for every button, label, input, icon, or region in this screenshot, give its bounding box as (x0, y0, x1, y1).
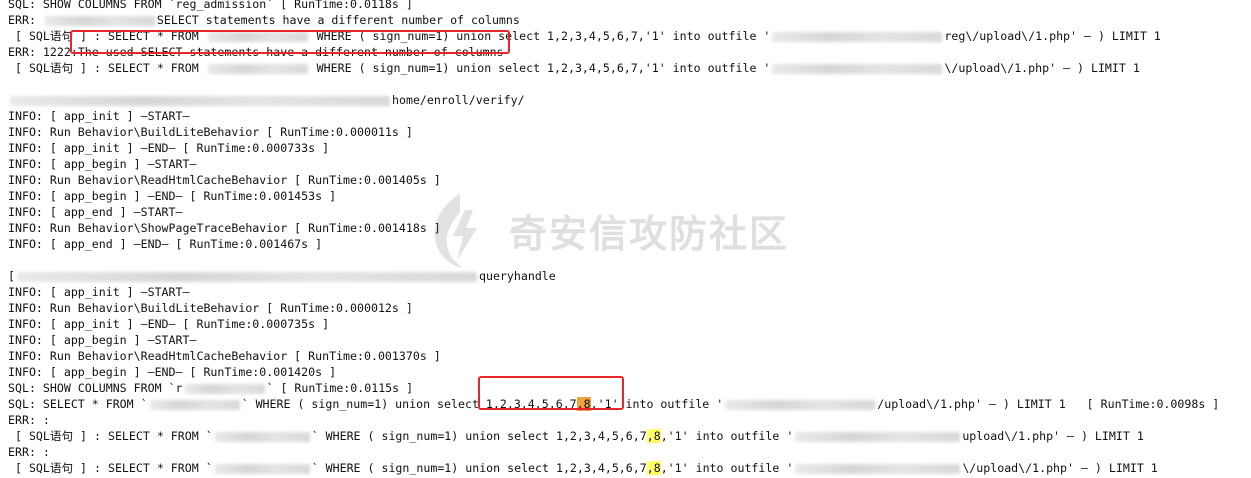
log-text: INFO: [ app_begin ] —START— (8, 333, 197, 347)
log-line: SQL: SHOW COLUMNS FROM `r ` [ RunTime:0.0… (8, 380, 1251, 396)
log-line: INFO: [ app_init ] —END— [ RunTime:0.000… (8, 140, 1251, 156)
log-text: INFO: [ app_begin ] —START— (8, 157, 197, 171)
log-text: [ SQL语句 ] : SELECT * FROM ` (8, 461, 213, 475)
redacted-segment (795, 463, 961, 474)
log-text: ,'1' into outfile ' (660, 429, 794, 443)
log-line: [ SQL语句 ] : SELECT * FROM ` ` WHERE ( sig… (8, 428, 1251, 444)
log-line: [ SQL语句 ] : SELECT * FROM WHERE ( sign_n… (8, 60, 1251, 76)
log-text: [ (8, 269, 15, 283)
log-text: \/upload\/1.php' — ) LIMIT 1 (962, 461, 1158, 475)
log-line: INFO: [ app_begin ] —START— (8, 332, 1251, 348)
annotation-box-union-columns (478, 376, 624, 410)
log-text: queryhandle (478, 269, 556, 283)
watermark: 奇安信攻防社区 (425, 190, 789, 270)
redacted-segment (207, 63, 308, 74)
log-line: INFO: [ app_begin ] —END— [ RunTime:0.00… (8, 364, 1251, 380)
log-text: INFO: [ app_begin ] —END— [ RunTime:0.00… (8, 189, 337, 203)
log-text: /upload\/1.php' — ) LIMIT 1 [ RunTime:0.… (877, 397, 1220, 411)
highlighted-text: ,8 (646, 429, 661, 443)
lightning-logo-icon (434, 194, 477, 268)
log-text: INFO: [ app_init ] —START— (8, 285, 190, 299)
log-text: ` [ RunTime:0.0115s ] (266, 381, 414, 395)
redacted-segment (725, 399, 876, 410)
log-text: INFO: [ app_init ] —START— (8, 109, 190, 123)
log-line: [ queryhandle (8, 268, 1251, 284)
redacted-segment (214, 431, 310, 442)
redacted-segment (772, 63, 943, 74)
log-text: SQL: SHOW COLUMNS FROM `r (8, 381, 183, 395)
log-text: SQL: SELECT * FROM ` (8, 397, 148, 411)
log-line: ERR: : (8, 412, 1251, 428)
log-text: INFO: [ app_end ] —START— (8, 205, 183, 219)
log-line: SQL: SELECT * FROM ` ` WHERE ( sign_num=1… (8, 396, 1251, 412)
log-text: ` WHERE ( sign_num=1) union select 1,2,3… (311, 461, 647, 475)
log-text: INFO: Run Behavior\ReadHtmlCacheBehavior… (8, 349, 441, 363)
log-text: ` WHERE ( sign_num=1) union select 1,2,3… (311, 429, 647, 443)
log-text: INFO: Run Behavior\ReadHtmlCacheBehavior… (8, 173, 441, 187)
log-text: SELECT statements have a different numbe… (156, 13, 520, 27)
log-line: [ SQL语句 ] : SELECT * FROM ` ` WHERE ( sig… (8, 460, 1251, 476)
log-text: reg\/upload\/1.php' — ) LIMIT 1 (944, 29, 1161, 43)
log-text: [ SQL语句 ] : SELECT * FROM (8, 61, 206, 75)
log-line: INFO: [ app_begin ] —START— (8, 156, 1251, 172)
log-text: ERR: : (8, 413, 50, 427)
log-line: INFO: [ app_init ] —END— [ RunTime:0.000… (8, 316, 1251, 332)
log-line: INFO: [ app_init ] —START— (8, 108, 1251, 124)
annotation-box-err-message (70, 30, 510, 54)
log-text: ,'1' into outfile ' (660, 461, 794, 475)
log-text: [ SQL语句 ] : SELECT * FROM ` (8, 429, 213, 443)
redacted-segment (184, 383, 265, 394)
log-text: upload\/1.php' — ) LIMIT 1 (962, 429, 1144, 443)
log-line: SQL: SHOW COLUMNS FROM `reg_admission` [… (8, 0, 1251, 12)
log-text: home/enroll/verify/ (392, 93, 525, 107)
log-text: INFO: Run Behavior\BuildLiteBehavior [ R… (8, 125, 413, 139)
log-line: INFO: Run Behavior\ReadHtmlCacheBehavior… (8, 348, 1251, 364)
log-text: WHERE ( sign_num=1) union select 1,2,3,4… (309, 61, 771, 75)
log-text: INFO: Run Behavior\ShowPageTraceBehavior… (8, 221, 441, 235)
redacted-segment (795, 431, 961, 442)
log-text: INFO: [ app_init ] —END— [ RunTime:0.000… (8, 317, 330, 331)
log-line: ERR: : (8, 444, 1251, 460)
log-line: INFO: Run Behavior\ReadHtmlCacheBehavior… (8, 172, 1251, 188)
log-line: INFO: [ app_init ] —START— (8, 284, 1251, 300)
log-line: home/enroll/verify/ (8, 92, 1251, 108)
log-text: \/upload\/1.php' — ) LIMIT 1 (944, 61, 1140, 75)
watermark-text: 奇安信攻防社区 (509, 211, 790, 256)
log-line: ERR: SELECT statements have a different … (8, 12, 1251, 28)
log-text: INFO: [ app_init ] —END— [ RunTime:0.000… (8, 141, 330, 155)
redacted-segment (149, 399, 240, 410)
log-text: ERR: : (8, 445, 50, 459)
redacted-segment (10, 95, 390, 106)
redacted-segment (214, 463, 310, 474)
redacted-segment (44, 15, 155, 26)
log-text: INFO: [ app_end ] —END— [ RunTime:0.0014… (8, 237, 323, 251)
log-text: ERR: (8, 13, 43, 27)
redacted-segment (16, 271, 477, 282)
log-line: INFO: Run Behavior\BuildLiteBehavior [ R… (8, 124, 1251, 140)
redacted-segment (772, 31, 943, 42)
log-text: INFO: Run Behavior\BuildLiteBehavior [ R… (8, 301, 413, 315)
highlighted-text: ,8 (646, 461, 661, 475)
log-text: INFO: [ app_begin ] —END— [ RunTime:0.00… (8, 365, 337, 379)
log-text: SQL: SHOW COLUMNS FROM `reg_admission` [… (8, 0, 413, 11)
log-line: INFO: Run Behavior\BuildLiteBehavior [ R… (8, 300, 1251, 316)
